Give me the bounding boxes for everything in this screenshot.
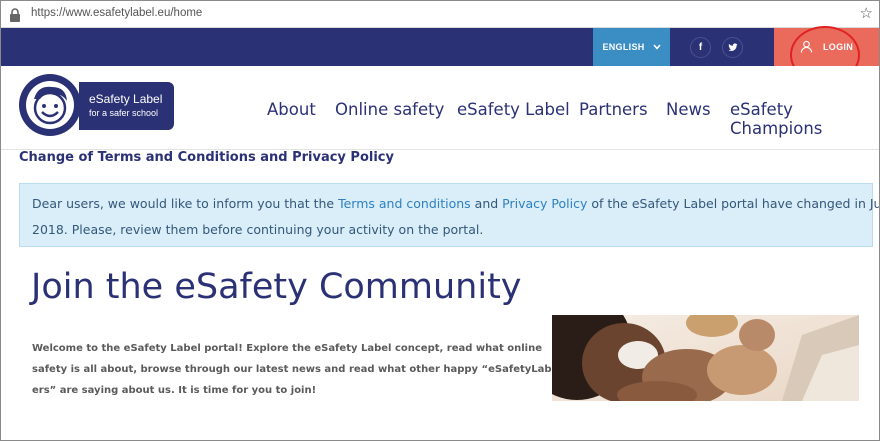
address-bar[interactable]: https://www.esafetylabel.eu/home ☆ — [1, 1, 879, 28]
nav-item-esafety-champions[interactable]: eSafety Champions — [730, 100, 879, 138]
url-text[interactable]: https://www.esafetylabel.eu/home — [31, 7, 202, 19]
nav-item-online-safety[interactable]: Online safety — [335, 100, 444, 119]
nav-item-news[interactable]: News — [666, 100, 711, 119]
welcome-line: safety is all about, browse through our … — [32, 364, 566, 375]
notice-text: and — [470, 196, 503, 211]
chevron-down-icon — [652, 42, 661, 53]
logo-subtitle: for a safer school — [89, 108, 159, 118]
language-selector[interactable]: ENGLISH — [593, 28, 670, 66]
notice-title: Change of Terms and Conditions and Priva… — [19, 150, 394, 165]
notice-text: Dear users, we would like to inform you … — [32, 196, 339, 211]
privacy-policy-link[interactable]: Privacy Policy — [502, 196, 587, 211]
twitter-icon[interactable] — [722, 37, 743, 58]
lock-icon — [9, 7, 25, 22]
browser-window: https://www.esafetylabel.eu/home ☆ ENGLI… — [0, 0, 880, 441]
terms-link[interactable]: Terms and conditions — [338, 196, 471, 211]
top-bar: ENGLISH f LOGIN — [1, 28, 879, 66]
nav-item-partners[interactable]: Partners — [579, 100, 648, 119]
notice-line-1: Dear users, we would like to inform you … — [32, 196, 880, 211]
community-photo — [552, 315, 859, 401]
nav-item-about[interactable]: About — [267, 100, 316, 119]
notice-text: of the eSafety Label portal have changed… — [587, 196, 880, 211]
notice-line-2: 2018. Please, review them before continu… — [32, 222, 484, 237]
nav-item-esafety-label[interactable]: eSafety Label — [457, 100, 570, 119]
welcome-line: Welcome to the eSafety Label portal! Exp… — [32, 343, 543, 354]
notice-alert: Dear users, we would like to inform you … — [19, 183, 879, 247]
logo-wordmark[interactable]: eSafety Label for a safer school — [79, 82, 174, 130]
welcome-line: ers” are saying about us. It is time for… — [32, 385, 317, 396]
logo-face-icon — [26, 81, 74, 129]
facebook-icon[interactable]: f — [690, 37, 711, 58]
main-navigation: eSafety Label for a safer school About O… — [1, 66, 879, 150]
logo-title: eSafety Label — [89, 92, 163, 106]
star-icon[interactable]: ☆ — [860, 4, 873, 22]
language-label: ENGLISH — [602, 42, 645, 52]
hero-title: Join the eSafety Community — [31, 267, 522, 307]
